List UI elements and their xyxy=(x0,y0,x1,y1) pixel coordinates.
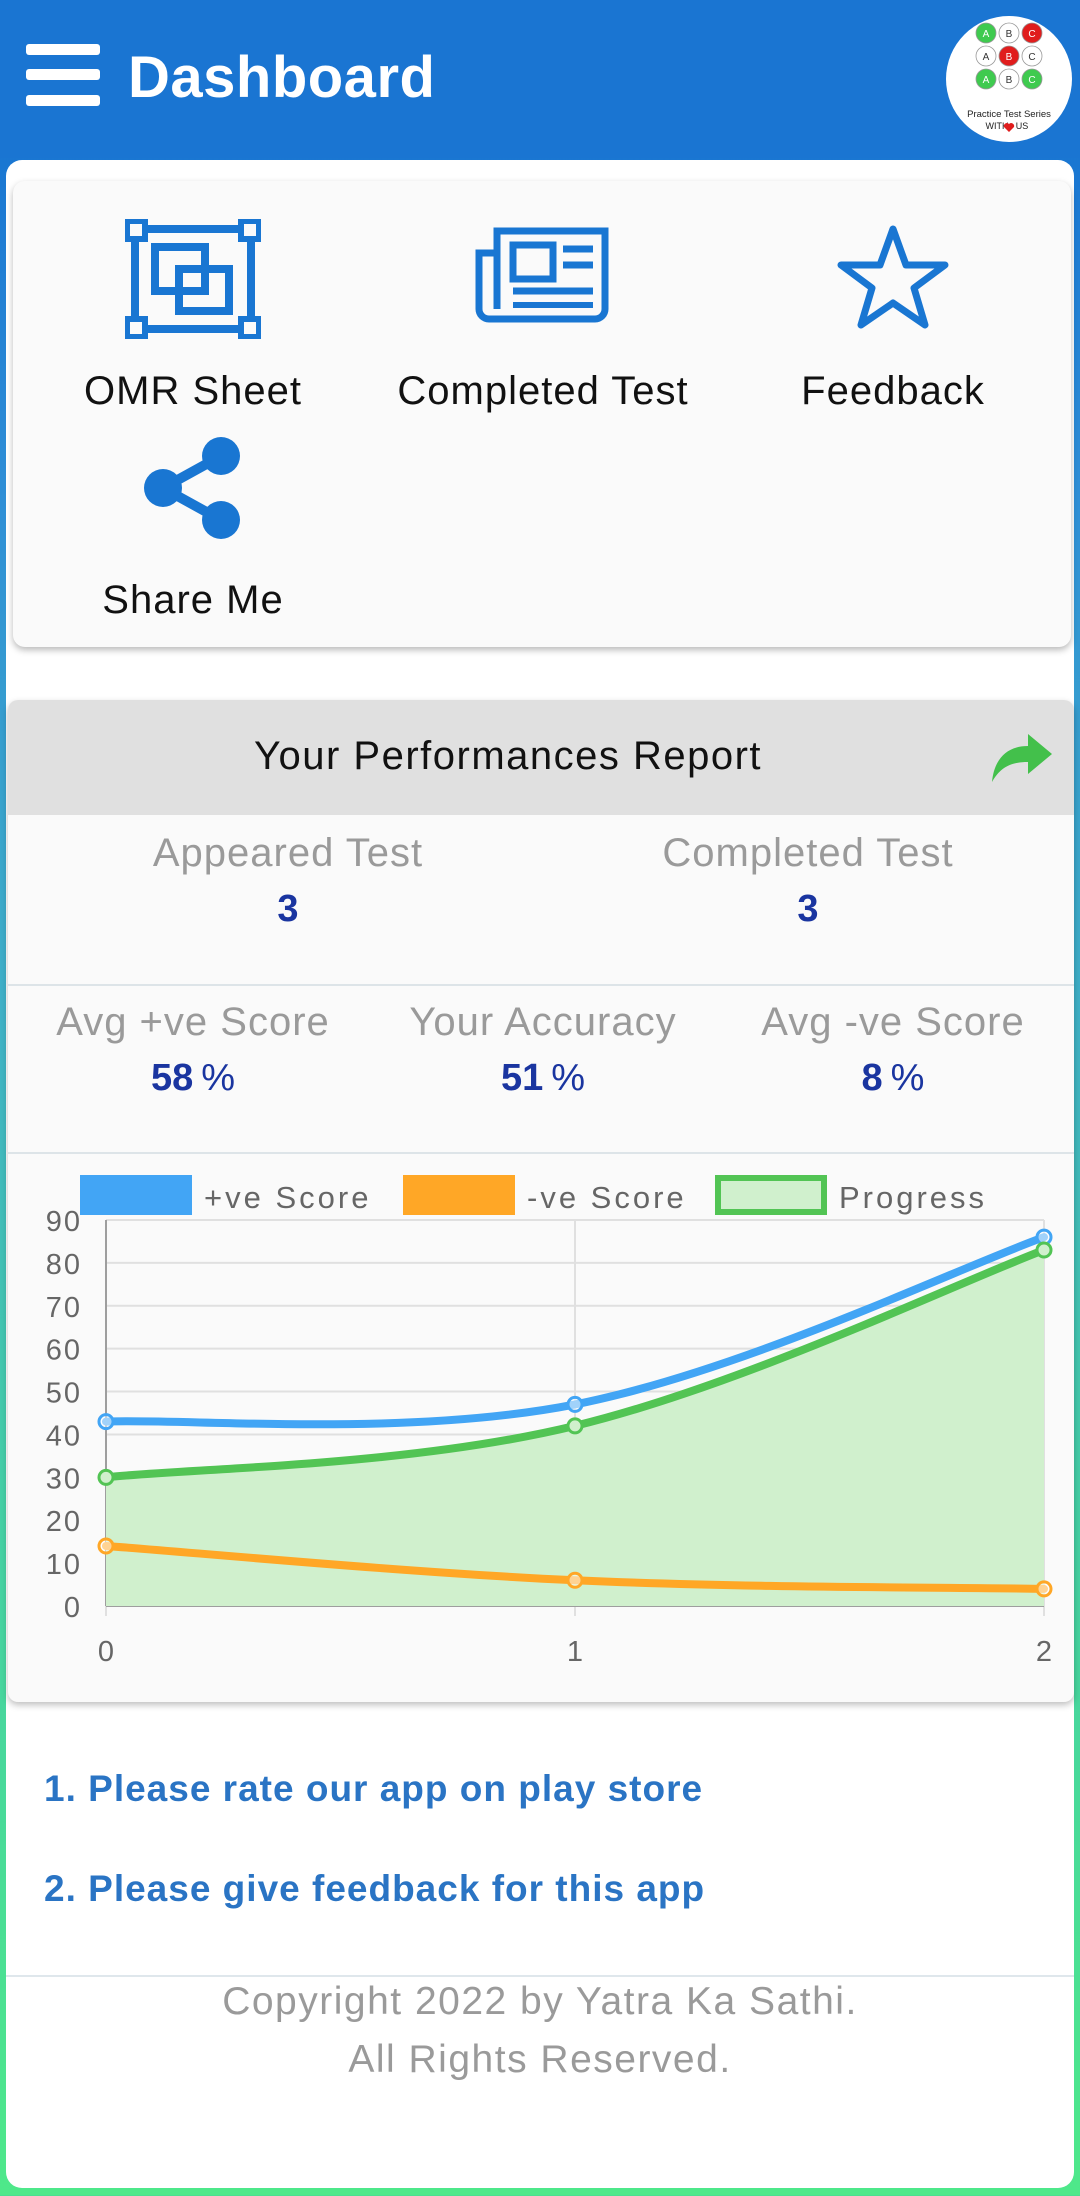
avg-positive-score-value: 58 xyxy=(150,1057,194,1099)
logo-bubble-letter: B xyxy=(1006,75,1013,86)
x-tick-label: 2 xyxy=(1036,1636,1052,1668)
rate-app-link[interactable]: 1. Please rate our app on play store xyxy=(44,1768,703,1810)
data-point xyxy=(566,1417,584,1435)
avg-negative-score-stat: Avg -ve Score 8% xyxy=(708,1000,1074,1100)
feedback-label: Feedback xyxy=(801,369,985,413)
hamburger-menu-icon[interactable] xyxy=(26,44,100,106)
accuracy-stat: Your Accuracy 51% xyxy=(353,1000,733,1100)
legend-label: Progress xyxy=(839,1180,987,1215)
accuracy-value: 51 xyxy=(500,1057,544,1099)
performance-line-chart: +ve Score -ve Score Progress01020304050607… xyxy=(46,1175,1053,1668)
data-point xyxy=(1035,1241,1053,1259)
logo-bubble-letter: C xyxy=(1028,75,1035,86)
y-tick-label: 40 xyxy=(46,1420,82,1452)
y-tick-label: 20 xyxy=(46,1506,82,1538)
y-tick-label: 30 xyxy=(46,1463,82,1495)
app-logo: ABCABCABC Practice Test Series WITH US xyxy=(946,16,1072,142)
omr-sheet-label: OMR Sheet xyxy=(84,369,302,413)
completed-test-tile[interactable]: Completed Test xyxy=(393,201,693,413)
data-point xyxy=(566,1395,584,1413)
share-icon xyxy=(144,437,240,539)
legend-label: +ve Score xyxy=(204,1180,371,1215)
appeared-test-value: 3 xyxy=(277,888,299,930)
omr-sheet-icon xyxy=(125,219,261,339)
y-tick-label: 80 xyxy=(46,1249,82,1281)
percent-sign: % xyxy=(890,1057,925,1099)
legend-label: -ve Score xyxy=(527,1180,687,1215)
x-tick-label: 0 xyxy=(98,1636,114,1668)
copyright-line: Copyright 2022 by Yatra Ka Sathi. xyxy=(222,1980,858,2023)
completed-test-stat-value: 3 xyxy=(797,888,819,930)
percent-sign: % xyxy=(201,1057,236,1099)
y-tick-label: 90 xyxy=(46,1206,82,1238)
logo-bubble-letter: A xyxy=(983,75,990,86)
percent-sign: % xyxy=(551,1057,586,1099)
page-title: Dashboard xyxy=(128,45,436,110)
accuracy-label: Your Accuracy xyxy=(409,1000,677,1044)
appeared-test-stat: Appeared Test 3 xyxy=(48,831,528,931)
app-bar: Dashboard A B C A B C A B C Practice Test Series… xyxy=(0,0,1080,158)
give-feedback-link[interactable]: 2. Please give feedback for this app xyxy=(44,1868,705,1910)
feedback-tile[interactable]: Feedback xyxy=(743,201,1043,413)
omr-sheet-tile[interactable]: OMR Sheet xyxy=(43,201,343,413)
y-tick-label: 70 xyxy=(46,1292,82,1324)
y-tick-label: 0 xyxy=(64,1592,82,1624)
avg-positive-score-stat: Avg +ve Score 58% xyxy=(8,1000,378,1100)
forward-arrow-icon[interactable] xyxy=(988,730,1054,786)
divider xyxy=(8,984,1074,986)
y-tick-label: 60 xyxy=(46,1335,82,1367)
data-point xyxy=(97,1413,115,1431)
x-tick-label: 1 xyxy=(567,1636,583,1668)
logo-bubble-letter: B xyxy=(1006,29,1013,40)
y-tick-label: 10 xyxy=(46,1549,82,1581)
legend-swatch xyxy=(715,1175,827,1215)
data-point xyxy=(566,1571,584,1589)
performance-title: Your Performances Report xyxy=(253,734,763,778)
performance-card: Your Performances Report Appeared Test 3… xyxy=(8,700,1074,1702)
logo-bubble-letter: C xyxy=(1028,29,1035,40)
avg-negative-score-label: Avg -ve Score xyxy=(761,1000,1025,1044)
avg-negative-score-value: 8 xyxy=(861,1057,883,1099)
logo-bubble-letter: B xyxy=(1006,52,1013,63)
share-me-label: Share Me xyxy=(102,578,284,622)
star-icon xyxy=(837,225,949,329)
share-me-tile[interactable]: Share Me xyxy=(43,424,343,634)
data-point xyxy=(97,1537,115,1555)
logo-text-us: US xyxy=(1016,121,1029,131)
data-point xyxy=(1035,1580,1053,1598)
appeared-test-label: Appeared Test xyxy=(152,831,424,875)
footer-divider xyxy=(6,1975,1074,1977)
logo-bubble-letter: C xyxy=(1028,52,1035,63)
logo-bubble-letter: A xyxy=(983,52,990,63)
avg-positive-score-label: Avg +ve Score xyxy=(56,1000,330,1044)
y-tick-label: 50 xyxy=(46,1378,82,1410)
completed-test-stat-label: Completed Test xyxy=(662,831,954,875)
completed-test-stat: Completed Test 3 xyxy=(568,831,1048,931)
performance-header: Your Performances Report xyxy=(8,700,1074,815)
logo-bubble-letter: A xyxy=(983,29,990,40)
rights-reserved-line: All Rights Reserved. xyxy=(348,2038,732,2081)
legend-swatch xyxy=(80,1175,192,1215)
divider xyxy=(8,1152,1074,1154)
newspaper-icon xyxy=(475,227,609,323)
menu-card: OMR Sheet Completed Test Feedback Share … xyxy=(13,181,1071,647)
completed-test-label: Completed Test xyxy=(397,369,689,413)
data-point xyxy=(97,1468,115,1486)
legend-swatch xyxy=(403,1175,515,1215)
logo-text-line1: Practice Test Series xyxy=(967,109,1051,120)
